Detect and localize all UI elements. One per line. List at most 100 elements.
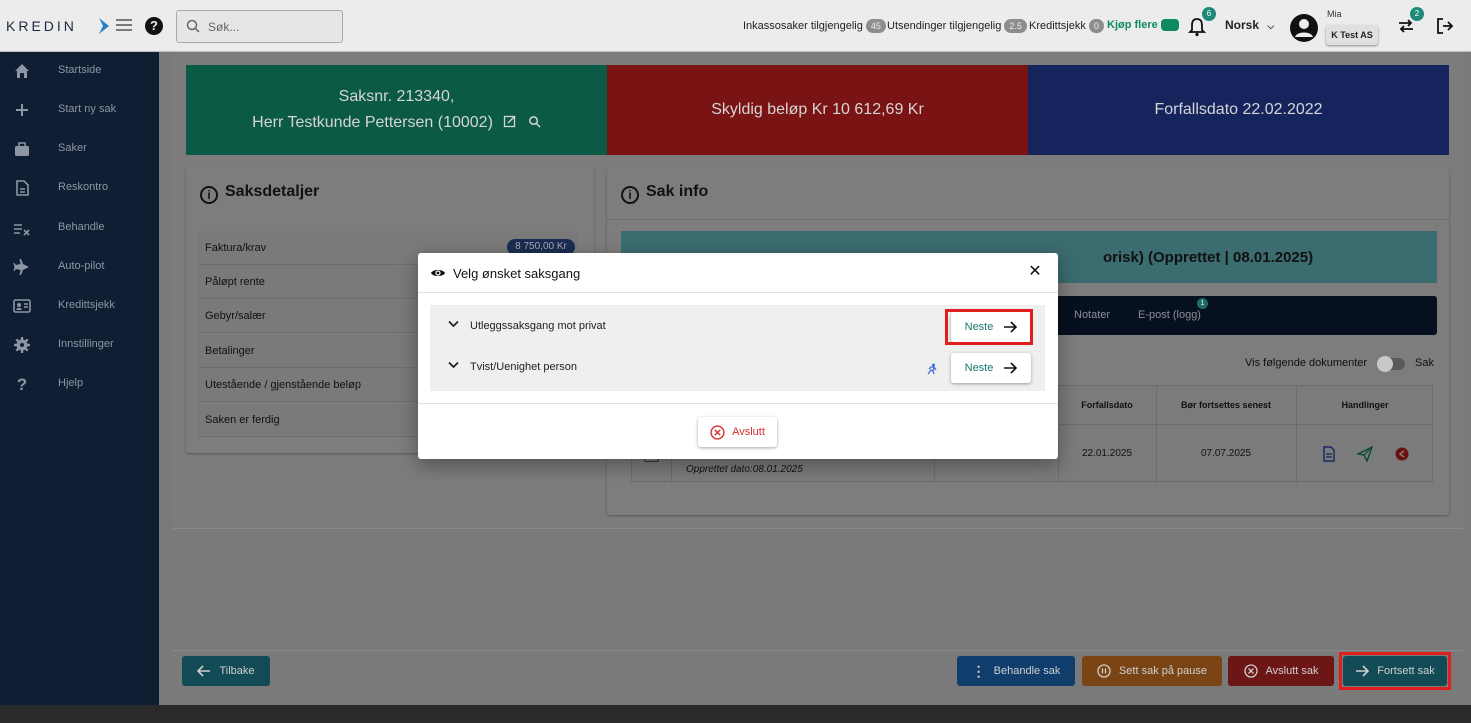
document-icon[interactable]	[1322, 446, 1336, 462]
avatar[interactable]	[1289, 13, 1319, 43]
stat-kredittsjekk[interactable]: Kredittsjekk 0	[1029, 19, 1104, 33]
next-button[interactable]: Neste	[951, 353, 1031, 383]
sidebar-item-startside[interactable]: Startside	[0, 56, 159, 86]
company-badge[interactable]: K Test AS	[1326, 25, 1378, 45]
cart-icon	[1160, 19, 1179, 32]
info-icon: i	[621, 186, 639, 204]
tab-notater[interactable]: Notater	[1074, 309, 1110, 321]
back-button[interactable]: Tilbake	[182, 656, 270, 686]
detail-row-label: Faktura/krav	[205, 242, 267, 254]
back-circle-icon[interactable]	[1395, 447, 1409, 461]
sidebar-item-innstillinger[interactable]: Innstillinger	[0, 330, 159, 360]
sidebar-item-saker[interactable]: Saker	[0, 134, 159, 164]
due-date-cell: 22.01.2025	[1081, 448, 1133, 459]
menu-icon[interactable]	[116, 19, 132, 33]
created-date: Opprettet dato:08.01.2025	[686, 464, 803, 475]
search-box[interactable]	[176, 10, 343, 43]
option-tvist[interactable]: Tvist/Uenighet person Neste	[430, 346, 1045, 386]
stat-utsendinger[interactable]: Utsendinger tilgjengelig 2.5	[887, 19, 1027, 33]
case-details-title-text: Saksdetaljer	[225, 183, 320, 200]
sidebar-item-label: Behandle	[58, 221, 105, 233]
detail-row-label: Utestående / gjenstående beløp	[205, 379, 361, 391]
kredinor-logo[interactable]: KREDIN	[6, 15, 110, 37]
chevron-down-icon[interactable]	[448, 320, 459, 328]
sidebar-item-auto-pilot[interactable]: Auto-pilot	[0, 252, 159, 282]
case-details-title: i Saksdetaljer	[200, 183, 319, 204]
toggle-label: Sak	[1415, 357, 1434, 369]
runner-icon	[927, 363, 937, 375]
svg-text:KREDIN: KREDIN	[6, 18, 77, 34]
buy-more-label: Kjøp flere	[1107, 19, 1158, 31]
sidebar-item-label: Kredittsjekk	[58, 299, 115, 311]
owed-amount: Skyldig beløp Kr 10 612,69 Kr	[711, 101, 924, 118]
stat-label: Inkassosaker tilgjengelig	[743, 19, 863, 32]
more-vertical-icon: ⋮	[971, 662, 986, 679]
stat-inkasso[interactable]: Inkassosaker tilgjengelig 45	[743, 19, 886, 33]
language-select[interactable]: Norsk ⌵	[1225, 18, 1274, 32]
send-icon[interactable]	[1357, 446, 1373, 462]
top-bar: KREDIN ? Inkassosaker tilgjengelig45 Uts…	[0, 0, 1471, 52]
sidebar-item-label: Startside	[58, 64, 102, 76]
option-label: Tvist/Uenighet person	[470, 361, 577, 373]
search-icon[interactable]	[528, 115, 541, 128]
pause-circle-icon	[1097, 664, 1111, 678]
close-case-button[interactable]: Avslutt sak	[1228, 656, 1334, 686]
sidebar-item-label: Hjelp	[58, 377, 84, 389]
buy-more-link[interactable]: Kjøp flere	[1107, 19, 1179, 32]
cancel-circle-icon	[1243, 664, 1258, 678]
swap-badge: 2	[1410, 7, 1424, 21]
back-button-label: Tilbake	[219, 665, 255, 677]
column-header[interactable]: Bør fortsettes senest	[1156, 400, 1296, 410]
divider	[607, 219, 1449, 220]
pause-case-button[interactable]: Sett sak på pause	[1082, 656, 1222, 686]
gear-icon	[14, 337, 30, 353]
detail-row-label: Saken er ferdig	[205, 414, 280, 426]
arrow-left-icon	[197, 665, 211, 677]
case-number: Saksnr. 213340,	[338, 88, 455, 105]
highlight-frame	[945, 309, 1033, 345]
bell-icon[interactable]	[1188, 17, 1206, 37]
sidebar-item-label: Innstillinger	[58, 338, 114, 350]
column-header: Handlinger	[1341, 400, 1389, 410]
edit-icon[interactable]	[503, 114, 517, 128]
handle-case-label: Behandle sak	[993, 665, 1061, 677]
dialog-title: Velg ønsket saksgang	[453, 266, 581, 281]
id-card-icon	[13, 299, 31, 313]
search-input[interactable]	[208, 17, 333, 37]
language-label: Norsk	[1225, 18, 1260, 32]
handle-case-button[interactable]: ⋮ Behandle sak	[957, 656, 1075, 686]
stat-count: 2.5	[1004, 19, 1027, 33]
case-number-card: Saksnr. 213340, Herr Testkunde Pettersen…	[186, 65, 607, 155]
customer-line: Herr Testkunde Pettersen (10002)	[186, 114, 607, 132]
column-header[interactable]: Forfallsdato	[1058, 400, 1156, 410]
sidebar-item-hjelp[interactable]: ? Hjelp	[0, 369, 159, 399]
due-date-card: Forfallsdato 22.02.2022	[1028, 65, 1449, 155]
user-name: Mia	[1327, 9, 1342, 19]
chevron-down-icon: ⌵	[1267, 21, 1275, 31]
continue-by-cell: 07.07.2025	[1200, 448, 1252, 459]
sidebar-item-start-ny-sak[interactable]: Start ny sak	[0, 95, 159, 125]
swap-icon[interactable]	[1397, 19, 1415, 33]
highlight-frame	[1339, 652, 1451, 690]
due-date: Forfallsdato 22.02.2022	[1028, 101, 1449, 119]
cancel-button[interactable]: Avslutt	[698, 417, 777, 447]
eye-icon	[431, 270, 445, 276]
cancel-button-label: Avslutt	[732, 426, 765, 438]
home-icon	[15, 64, 29, 78]
close-icon[interactable]: ✕	[1026, 263, 1044, 281]
tab-epost-logg[interactable]: E-post (logg)	[1138, 309, 1201, 321]
detail-row-label: Gebyr/salær	[205, 310, 266, 322]
help-icon[interactable]: ?	[145, 17, 163, 35]
document-icon	[16, 180, 29, 196]
sidebar-item-label: Start ny sak	[58, 103, 117, 115]
stat-count: 0	[1088, 19, 1104, 33]
search-icon	[186, 19, 200, 33]
chevron-down-icon[interactable]	[448, 361, 459, 369]
documents-toggle[interactable]	[1377, 356, 1405, 372]
logout-icon[interactable]	[1436, 17, 1454, 35]
sidebar: Startside Start ny sak Saker Reskontro B…	[0, 52, 159, 705]
sidebar-item-reskontro[interactable]: Reskontro	[0, 173, 159, 203]
sidebar-item-kredittsjekk[interactable]: Kredittsjekk	[0, 291, 159, 321]
dialog-divider	[418, 403, 1058, 404]
sidebar-item-behandle[interactable]: Behandle	[0, 213, 159, 243]
